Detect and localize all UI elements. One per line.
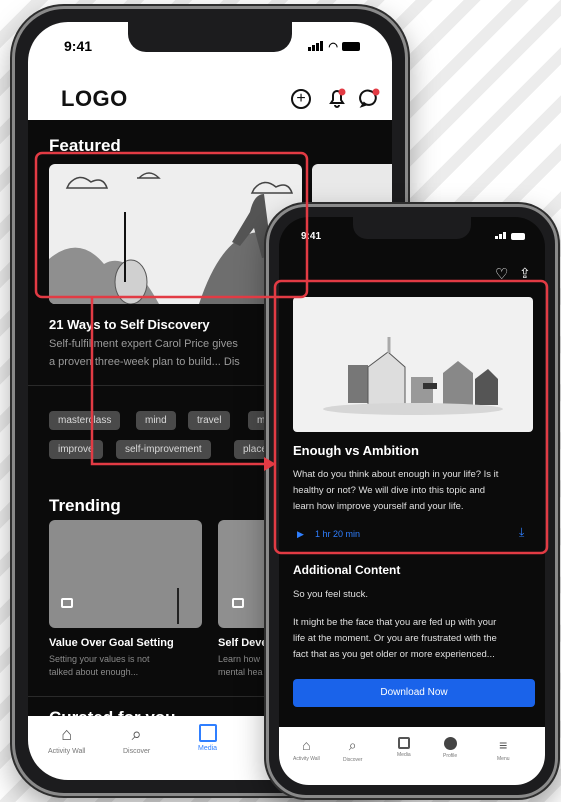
trending-card-1-title[interactable]: Value Over Goal Setting — [49, 637, 174, 649]
tag-masterclass[interactable]: masterclass — [49, 411, 121, 430]
bell-icon[interactable] — [326, 87, 348, 109]
nav-media[interactable]: Media — [198, 724, 217, 752]
status-time: 9:41 — [301, 231, 322, 242]
status-icons — [495, 231, 525, 242]
nav-menu[interactable]: ≡ Menu — [497, 737, 510, 762]
signal-icon — [308, 38, 324, 54]
additional-heading: Additional Content — [293, 563, 401, 577]
nav-media[interactable]: Media — [397, 737, 411, 758]
trending-card-1-image[interactable] — [49, 520, 202, 628]
battery-icon — [511, 233, 525, 240]
tree-left — [124, 212, 126, 282]
trending-card-2-desc-2: mental hea — [218, 667, 263, 677]
village-illustration — [323, 337, 503, 415]
lock-icon — [232, 598, 244, 608]
additional-para-2-3: fact that as you get older or more exper… — [293, 649, 495, 660]
trending-heading: Trending — [49, 496, 121, 515]
article-image — [293, 297, 533, 432]
featured-card-title[interactable]: 21 Ways to Self Discovery — [49, 317, 210, 332]
battery-icon — [342, 41, 360, 51]
featured-card-desc-2: a proven three-week plan to build... Dis — [49, 356, 240, 368]
phone-detail-screen: 9:41 ♡ ⇪ Enough vs Ambition What do you … — [279, 217, 545, 785]
status-bar: 9:41 ◠ — [28, 38, 392, 54]
film-icon — [198, 724, 217, 742]
trending-card-2-title[interactable]: Self Deve — [218, 637, 268, 649]
article-title: Enough vs Ambition — [293, 443, 419, 458]
nav-profile[interactable]: Profile — [443, 737, 457, 759]
additional-para-2-2: life at the moment. Or you are frustrate… — [293, 633, 497, 644]
featured-heading: Featured — [49, 136, 121, 155]
status-bar: 9:41 — [279, 231, 545, 242]
additional-para-1: So you feel stuck. — [293, 589, 368, 600]
article-desc-3: learn how improve yourself and your life… — [293, 501, 464, 512]
wifi-icon: ◠ — [328, 40, 338, 53]
trending-card-2-desc-1: Learn how — [218, 654, 261, 664]
home-icon: ⌂ — [302, 737, 311, 753]
trending-card-1-desc-1: Setting your values is not — [49, 654, 150, 664]
trending-card-1-desc-2: talked about enough... — [49, 667, 139, 677]
status-time: 9:41 — [64, 38, 93, 54]
featured-card-image[interactable] — [49, 164, 302, 304]
search-icon: ⌕ — [131, 724, 142, 744]
logo: LOGO — [61, 86, 128, 111]
featured-card-desc-1: Self-fulfillment expert Carol Price give… — [49, 338, 238, 350]
nav-discover[interactable]: ⌕ Discover — [123, 724, 150, 755]
home-icon: ⌂ — [61, 724, 73, 744]
article-desc-1: What do you think about enough in your l… — [293, 469, 499, 480]
nav-activity-wall[interactable]: ⌂ Activity Wall — [48, 724, 85, 755]
menu-icon: ≡ — [499, 737, 508, 753]
download-button[interactable]: Download Now — [293, 679, 535, 707]
nav-discover[interactable]: ⌕ Discover — [343, 737, 362, 763]
tree-icon — [177, 588, 179, 624]
bottom-nav: ⌂ Activity Wall ⌕ Discover Media Profile… — [279, 727, 545, 785]
duration: 1 hr 20 min — [315, 529, 361, 539]
article-desc-2: healthy or not? We will dive into this t… — [293, 485, 486, 496]
download-icon[interactable]: ⤓ — [519, 525, 524, 540]
tag-improve[interactable]: improve — [49, 440, 103, 459]
chat-icon[interactable] — [359, 87, 381, 109]
share-icon[interactable]: ⇪ — [519, 265, 531, 282]
film-icon — [397, 737, 410, 749]
nav-activity-wall[interactable]: ⌂ Activity Wall — [293, 737, 320, 762]
status-icons: ◠ — [308, 38, 360, 54]
profile-icon — [443, 737, 457, 750]
plus-circle-icon[interactable]: + — [291, 89, 311, 109]
additional-para-2-1: It might be the face that you are fed up… — [293, 617, 497, 628]
hiking-illustration — [49, 172, 302, 304]
lock-icon — [61, 598, 73, 608]
signal-icon — [495, 231, 507, 242]
tag-self-improvement[interactable]: self-improvement — [116, 440, 211, 459]
play-icon[interactable]: ▶ — [297, 529, 304, 540]
heart-icon[interactable]: ♡ — [495, 265, 508, 283]
search-icon: ⌕ — [348, 737, 357, 753]
tag-mind[interactable]: mind — [136, 411, 176, 430]
tag-travel[interactable]: travel — [188, 411, 231, 430]
phone-detail: 9:41 ♡ ⇪ Enough vs Ambition What do you … — [266, 204, 558, 798]
